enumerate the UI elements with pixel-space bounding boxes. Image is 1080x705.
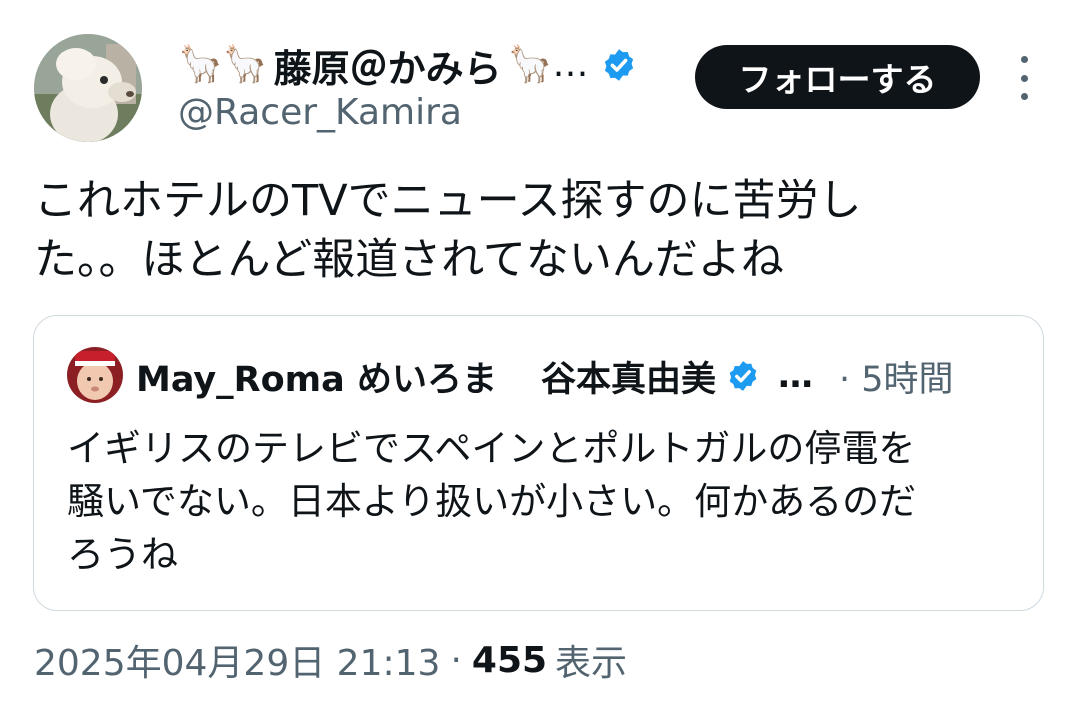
quoted-tweet-text: イギリスのテレビでスペインとポルトガルの停電を 騒いでない。日本より扱いが小さい… (67, 427, 917, 576)
author-name-row[interactable]: 🦙🦙 藤原＠かみら 🦙… (178, 38, 637, 93)
quoted-display-name-2[interactable]: 谷本真由美 (541, 351, 716, 402)
view-count: 455 (471, 639, 548, 681)
author-avatar[interactable] (34, 34, 142, 142)
quoted-header[interactable]: May_Roma めいろま 谷本真由美 … · 5時間 (136, 350, 954, 402)
author-handle[interactable]: @Racer_Kamira (178, 92, 462, 133)
quoted-name-ellipsis: … (777, 356, 813, 396)
quoted-display-name[interactable]: May_Roma めいろま (136, 351, 497, 402)
quoted-tweet-card[interactable]: May_Roma めいろま 谷本真由美 … · 5時間 イギリスのテレビでスペイ… (33, 315, 1044, 611)
more-options-icon[interactable] (1012, 56, 1036, 100)
alpaca-emoji-suffix: 🦙… (507, 44, 589, 85)
tweet-date[interactable]: 2025年04月29日 21:13 (34, 634, 440, 686)
baby-avatar-icon (67, 347, 123, 403)
quoted-timestamp[interactable]: · 5時間 (839, 351, 954, 402)
verified-badge-icon (604, 49, 633, 81)
alpaca-emoji: 🦙🦙 (178, 44, 268, 85)
tweet-meta: 2025年04月29日 21:13 · 455 表示 (34, 634, 627, 686)
meta-separator: · (450, 639, 462, 681)
author-display-name[interactable]: 藤原＠かみら (274, 38, 502, 93)
alpaca-avatar-icon (34, 34, 142, 142)
quoted-author-avatar (67, 347, 123, 403)
follow-button[interactable]: フォローする (695, 45, 980, 109)
tweet-text: これホテルのTVでニュース探すのに苦労し た。。ほとんど報道されてないんだよね (34, 176, 862, 285)
view-count-label: 表示 (555, 643, 628, 684)
verified-badge-icon (729, 361, 757, 391)
